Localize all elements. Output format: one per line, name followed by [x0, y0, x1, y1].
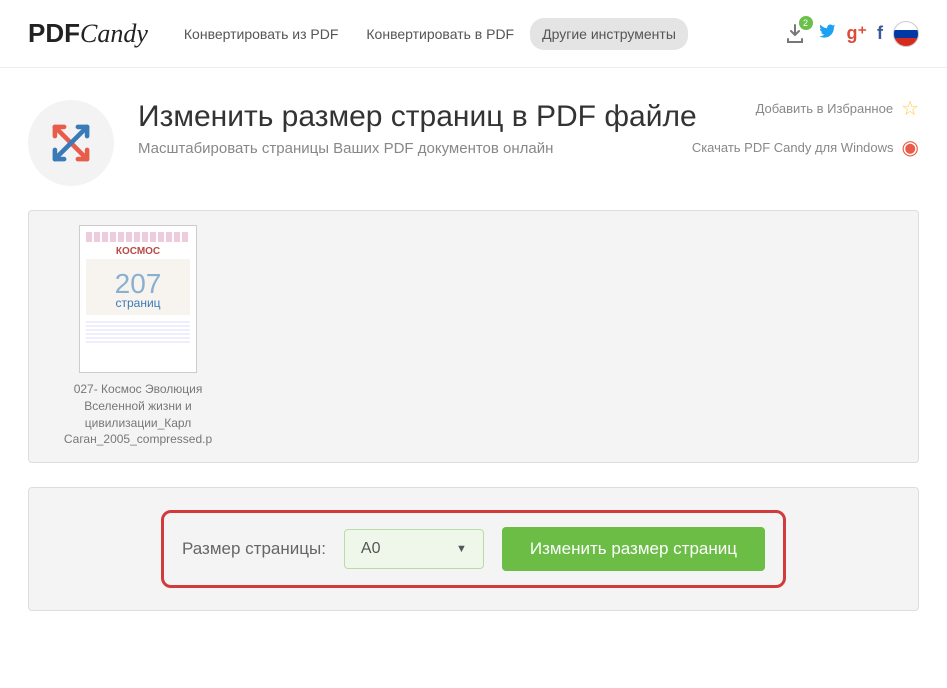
files-panel: КОСМОС 207 страниц 027- Космос Эволюция … — [28, 210, 919, 463]
download-app-label: Скачать PDF Candy для Windows — [692, 140, 894, 155]
facebook-icon[interactable]: f — [877, 23, 883, 44]
nav-other-tools[interactable]: Другие инструменты — [530, 18, 688, 50]
header-right: 2 g⁺ f — [783, 21, 920, 47]
download-icon[interactable]: 2 — [783, 22, 807, 46]
main-nav: Конвертировать из PDF Конвертировать в P… — [172, 18, 688, 50]
thumb-header-decor — [86, 232, 190, 242]
nav-convert-to-pdf[interactable]: Конвертировать в PDF — [354, 18, 526, 50]
chevron-down-icon: ▼ — [456, 543, 467, 555]
side-actions: Добавить в Избранное ☆ Скачать PDF Candy… — [692, 96, 919, 174]
file-name: 027- Космос Эволюция Вселенной жизни и ц… — [43, 381, 233, 448]
resize-button[interactable]: Изменить размер страниц — [502, 527, 765, 571]
nav-convert-from-pdf[interactable]: Конвертировать из PDF — [172, 18, 351, 50]
download-app-link[interactable]: Скачать PDF Candy для Windows ◉ — [692, 135, 919, 160]
logo-left: PDF — [28, 18, 80, 48]
logo-right: Candy — [80, 19, 148, 48]
spiral-icon: ◉ — [902, 135, 919, 160]
google-plus-icon[interactable]: g⁺ — [847, 23, 868, 44]
add-favorite-label: Добавить в Избранное — [756, 101, 893, 116]
main-content: Изменить размер страниц в PDF файле Масш… — [0, 68, 947, 611]
resize-arrows-icon — [48, 120, 94, 166]
page-size-label: Размер страницы: — [182, 539, 326, 559]
page-count-overlay: 207 страниц — [115, 268, 162, 310]
controls-highlight: Размер страницы: A0 ▼ Изменить размер ст… — [161, 510, 786, 588]
tool-icon — [28, 100, 114, 186]
twitter-icon[interactable] — [817, 21, 837, 46]
add-favorite-link[interactable]: Добавить в Избранное ☆ — [692, 96, 919, 121]
controls-panel: Размер страницы: A0 ▼ Изменить размер ст… — [28, 487, 919, 611]
file-card[interactable]: КОСМОС 207 страниц 027- Космос Эволюция … — [43, 225, 233, 448]
page-size-select[interactable]: A0 ▼ — [344, 529, 484, 569]
header: PDFCandy Конвертировать из PDF Конвертир… — [0, 0, 947, 68]
thumb-doc-title: КОСМОС — [86, 246, 190, 257]
language-flag-icon[interactable] — [893, 21, 919, 47]
page-count-label: страниц — [115, 296, 162, 310]
file-thumbnail: КОСМОС 207 страниц — [79, 225, 197, 373]
page-size-value: A0 — [361, 540, 381, 558]
download-badge: 2 — [799, 16, 813, 30]
star-icon: ☆ — [901, 96, 919, 121]
thumb-footer-decor — [86, 321, 190, 343]
page-header: Изменить размер страниц в PDF файле Масш… — [28, 68, 919, 210]
logo[interactable]: PDFCandy — [28, 18, 148, 49]
